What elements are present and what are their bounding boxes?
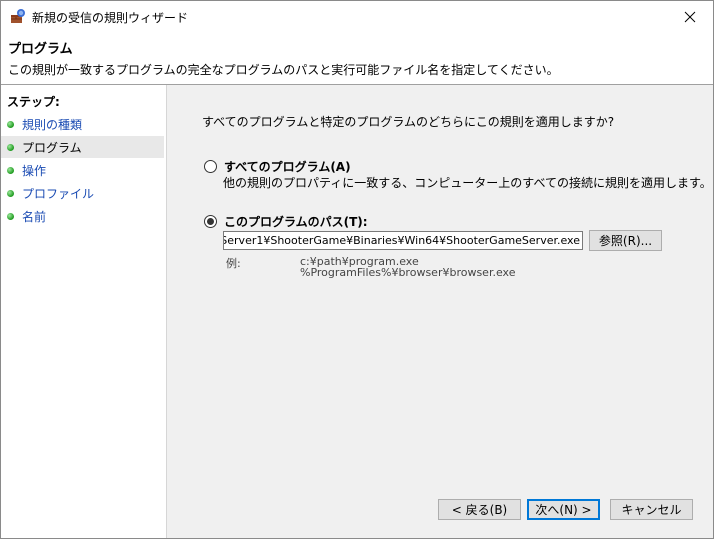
window-title: 新規の受信の規則ウィザード: [32, 11, 189, 25]
wizard-header: プログラム この規則が一致するプログラムの完全なプログラムのパスと実行可能ファイ…: [1, 32, 713, 85]
wizard-window: 新規の受信の規則ウィザード プログラム この規則が一致するプログラムの完全なプロ…: [0, 0, 714, 539]
scope-question: すべてのプログラムと特定のプログラムのどちらにこの規則を適用しますか?: [202, 115, 615, 129]
step-item-rule-type[interactable]: 規則の種類: [1, 113, 164, 135]
example-label: 例:: [226, 257, 241, 270]
program-path-input[interactable]: -vers¥Server1¥ShooterGame¥Binaries¥Win64…: [223, 231, 583, 250]
step-item-name[interactable]: 名前: [1, 205, 164, 227]
this-program-label: このプログラムのパス(T):: [224, 215, 368, 229]
browse-button[interactable]: 参照(R)...: [589, 230, 662, 251]
all-programs-label: すべてのプログラム(A): [224, 160, 351, 174]
steps-heading: ステップ:: [7, 95, 60, 109]
back-button[interactable]: < 戻る(B): [438, 499, 521, 520]
step-item-label: プログラム: [22, 140, 82, 155]
example-line-2: %ProgramFiles%¥browser¥browser.exe: [300, 266, 516, 279]
radio-circle[interactable]: [204, 160, 217, 173]
firewall-wizard-icon: [11, 9, 25, 23]
step-item-action[interactable]: 操作: [1, 159, 164, 181]
steps-pane: ステップ: 規則の種類 プログラム 操作 プロファイル 名前: [1, 85, 167, 538]
step-item-label: 名前: [22, 209, 47, 224]
all-programs-description: 他の規則のプロパティに一致する、コンピューター上のすべての接続に規則を適用します…: [223, 176, 712, 190]
green-dot-icon: [7, 212, 14, 220]
green-dot-icon: [7, 143, 14, 151]
step-item-label: プロファイル: [22, 186, 95, 201]
title-bar: 新規の受信の規則ウィザード: [1, 1, 713, 32]
program-path-value: -vers¥Server1¥ShooterGame¥Binaries¥Win64…: [223, 234, 580, 247]
all-programs-radio[interactable]: すべてのプログラム(A): [204, 158, 351, 175]
close-button[interactable]: [667, 1, 713, 32]
green-dot-icon: [7, 166, 14, 174]
step-item-label: 規則の種類: [22, 117, 83, 132]
step-item-program[interactable]: プログラム: [1, 136, 164, 158]
this-program-radio[interactable]: このプログラムのパス(T):: [204, 213, 368, 230]
cancel-button[interactable]: キャンセル: [610, 499, 693, 520]
radio-circle-checked[interactable]: [204, 215, 217, 228]
step-item-label: 操作: [22, 163, 47, 178]
green-dot-icon: [7, 120, 14, 128]
next-button[interactable]: 次へ(N) >: [527, 499, 600, 520]
page-description: この規則が一致するプログラムの完全なプログラムのパスと実行可能ファイル名を指定し…: [8, 63, 559, 77]
close-icon: [684, 11, 696, 22]
green-dot-icon: [7, 189, 14, 197]
step-item-profile[interactable]: プロファイル: [1, 182, 164, 204]
page-title: プログラム: [8, 42, 73, 57]
